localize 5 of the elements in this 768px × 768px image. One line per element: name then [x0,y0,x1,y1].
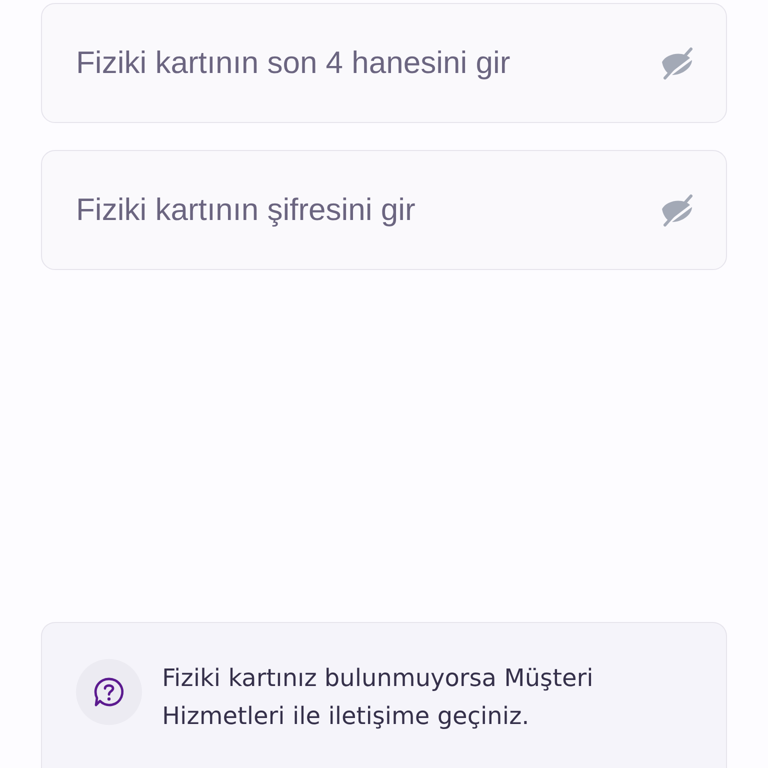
input-field[interactable]: Fiziki kartının son 4 hanesini gir [41,3,727,123]
input-field[interactable]: Fiziki kartının şifresini gir [41,150,727,270]
eye-hidden-icon[interactable] [659,192,695,228]
eye-hidden-icon[interactable] [659,45,695,81]
info-text: Fiziki kartınız bulunmuyorsa Müşteri Hizmetleri ile iletişime geçiniz. [162,663,594,732]
